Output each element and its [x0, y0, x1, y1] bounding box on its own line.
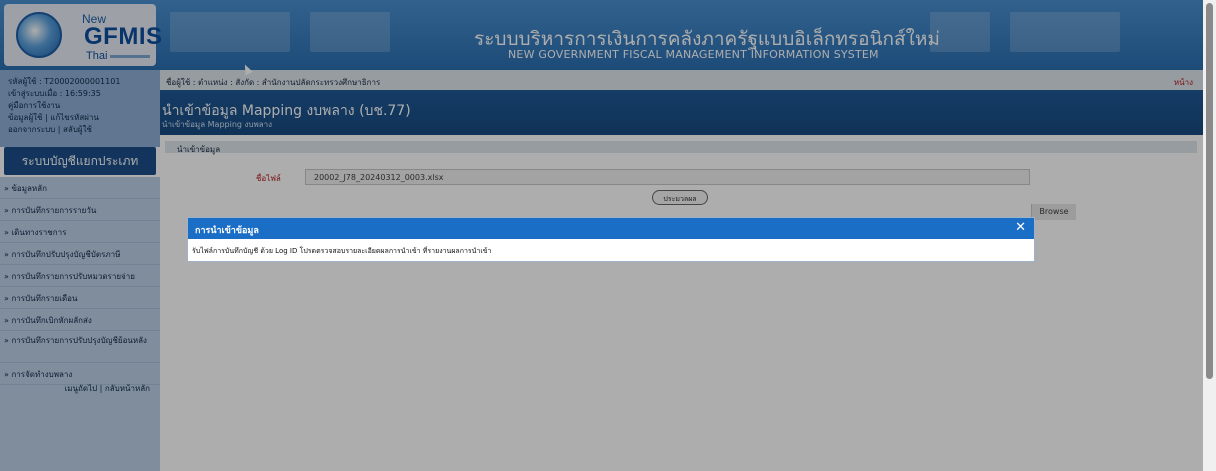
- dialog-message: รับไฟล์การบันทึกบัญชี ด้วย Log ID โปรดตร…: [192, 247, 492, 255]
- import-result-dialog: การนำเข้าข้อมูล ✕ รับไฟล์การบันทึกบัญชี …: [187, 217, 1035, 262]
- dialog-title: การนำเข้าข้อมูล: [195, 226, 259, 236]
- close-icon[interactable]: ✕: [1015, 220, 1026, 235]
- scrollbar-thumb[interactable]: [1206, 3, 1213, 379]
- dialog-header: การนำเข้าข้อมูล ✕: [188, 218, 1034, 239]
- page-scrollbar[interactable]: [1203, 0, 1216, 471]
